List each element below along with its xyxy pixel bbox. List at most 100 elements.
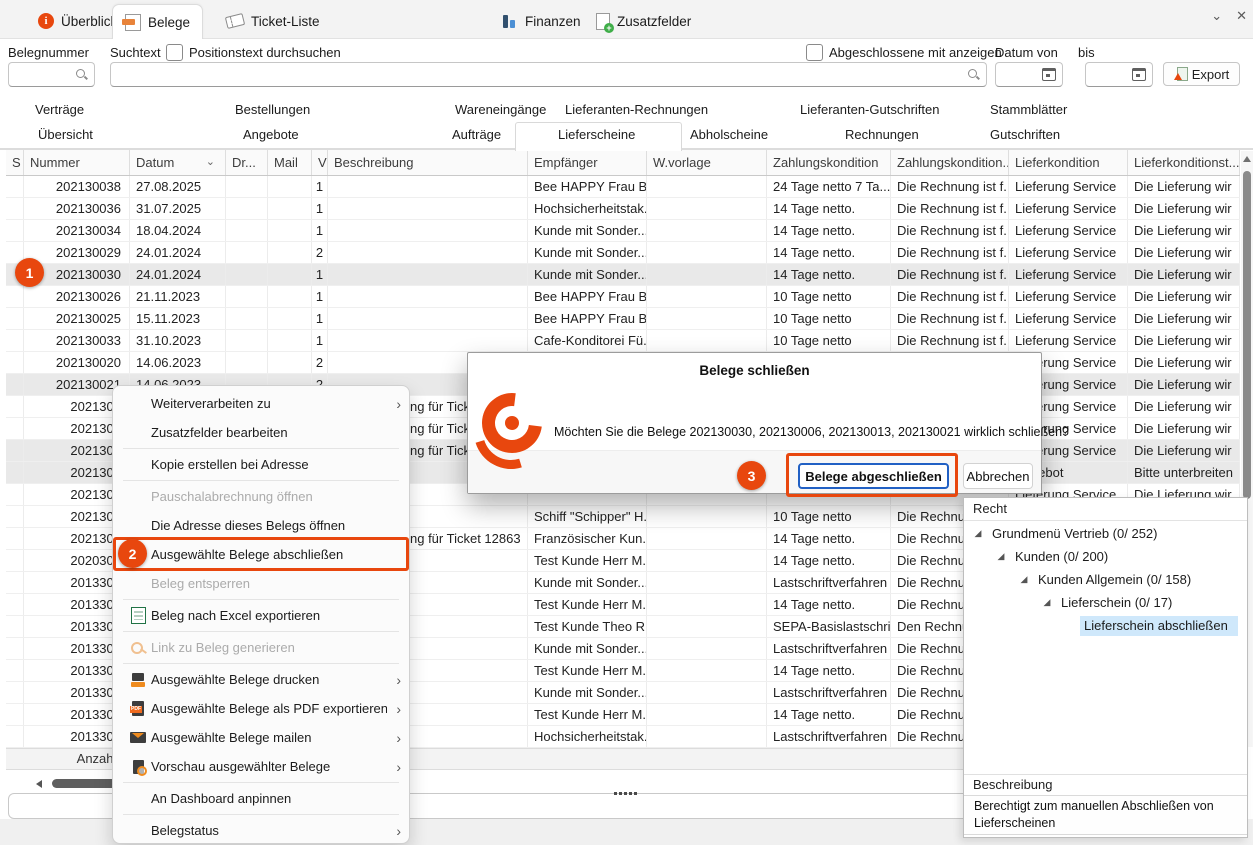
column-header-beschreibung[interactable]: Beschreibung [328, 150, 528, 175]
close-icon[interactable]: ✕ [1236, 8, 1247, 24]
top-tab-belege[interactable]: Belege [112, 4, 203, 40]
top-tab-label: Ticket-Liste [251, 14, 320, 29]
cell-wvorlage [647, 550, 767, 571]
calendar-icon[interactable] [1132, 68, 1146, 81]
cell-zkt: Die Rechnung ist f... [891, 286, 1009, 307]
tree-item-lieferschein-0-17-[interactable]: ◢Lieferschein (0/ 17) [964, 591, 1247, 614]
tree-expanded-icon[interactable]: ◢ [972, 528, 984, 539]
menu-item-an-dashboard-anpinnen[interactable]: An Dashboard anpinnen [113, 784, 409, 813]
menu-item-vorschau-ausgewählter-belege[interactable]: Vorschau ausgewählter Belege› [113, 752, 409, 781]
tree-item-grundmenü-vertrieb-0-252-[interactable]: ◢Grundmenü Vertrieb (0/ 252) [964, 522, 1247, 545]
cell-dr [226, 220, 268, 241]
cell-datum: 31.10.2023 [130, 330, 226, 351]
sort-descending-icon[interactable]: ⌄ [206, 150, 215, 175]
cancel-button[interactable]: Abbrechen [963, 463, 1033, 489]
cell-zkt: Die Rechnung ist f... [891, 198, 1009, 219]
column-header-lieferkonditionst-[interactable]: Lieferkonditionst... [1128, 150, 1240, 175]
doc-tab-gutschriften[interactable]: Gutschriften [990, 127, 1060, 142]
doc-tab-lieferanten-gutschriften[interactable]: Lieferanten-Gutschriften [800, 102, 939, 117]
cell-s [6, 550, 24, 571]
doc-tab-wareneingänge[interactable]: Wareneingänge [455, 102, 546, 117]
tree-expanded-icon[interactable]: ◢ [1041, 597, 1053, 608]
positionstext-checkbox[interactable] [166, 44, 183, 61]
cell-lk: Lieferung Service [1009, 242, 1128, 263]
belegnummer-input[interactable] [8, 62, 95, 87]
cell-empfaenger: Kunde mit Sonder... [528, 264, 647, 285]
menu-item-ausgewählte-belege-mailen[interactable]: Ausgewählte Belege mailen› [113, 723, 409, 752]
datum-von-input[interactable] [995, 62, 1063, 87]
table-row[interactable]: 20213003418.04.20241Kunde mit Sonder...1… [6, 220, 1240, 242]
doc-tab-bestellungen[interactable]: Bestellungen [235, 102, 310, 117]
doc-tab-angebote[interactable]: Angebote [243, 127, 299, 142]
splitter-handle[interactable] [614, 792, 637, 795]
vertical-scroll-thumb[interactable] [1243, 171, 1251, 499]
column-header-zahlungskondition-[interactable]: Zahlungskondition... [891, 150, 1009, 175]
menu-separator [123, 631, 399, 632]
cell-empfaenger: Test Kunde Herr M... [528, 550, 647, 571]
table-row[interactable]: 20213002621.11.20231Bee HAPPY Frau B...1… [6, 286, 1240, 308]
doc-tab-verträge[interactable]: Verträge [35, 102, 84, 117]
scroll-up-icon[interactable] [1243, 156, 1251, 162]
column-header-datum[interactable]: Datum⌄ [130, 150, 226, 175]
column-header-v[interactable]: V [312, 150, 328, 175]
table-row[interactable]: 20213003024.01.20241Kunde mit Sonder...1… [6, 264, 1240, 286]
cell-lk: Lieferung Service [1009, 330, 1128, 351]
menu-separator [123, 480, 399, 481]
extra-fields-icon [596, 13, 610, 30]
doc-tab-abholscheine[interactable]: Abholscheine [690, 127, 768, 142]
column-header-nummer[interactable]: Nummer [24, 150, 130, 175]
menu-item-zusatzfelder-bearbeiten[interactable]: Zusatzfelder bearbeiten [113, 418, 409, 447]
doc-tab-lieferanten-rechnungen[interactable]: Lieferanten-Rechnungen [565, 102, 708, 117]
scroll-left-icon[interactable] [36, 780, 42, 788]
submenu-arrow-icon: › [387, 759, 401, 775]
doc-tab-rechnungen[interactable]: Rechnungen [845, 127, 919, 142]
cell-lkt: Die Lieferung wir [1128, 374, 1240, 395]
abgeschlossene-checkbox[interactable] [806, 44, 823, 61]
cell-datum: 24.01.2024 [130, 264, 226, 285]
table-row[interactable]: 20213002924.01.20242Kunde mit Sonder...1… [6, 242, 1240, 264]
column-header-w-vorlage[interactable]: W.vorlage [647, 150, 767, 175]
tree-item-lieferschein-abschließen[interactable]: Lieferschein abschließen [964, 614, 1247, 637]
annotation-marker-1: 1 [15, 258, 44, 287]
tree-item-kunden-0-200-[interactable]: ◢Kunden (0/ 200) [964, 545, 1247, 568]
top-tab-zusatzfelder[interactable]: Zusatzfelder [584, 6, 703, 36]
menu-item-belegstatus[interactable]: Belegstatus› [113, 816, 409, 844]
bis-input[interactable] [1085, 62, 1153, 87]
tree-item-kunden-allgemein-0-158-[interactable]: ◢Kunden Allgemein (0/ 158) [964, 568, 1247, 591]
table-row[interactable]: 20213003631.07.20251Hochsicherheitstak..… [6, 198, 1240, 220]
tree-expanded-icon[interactable]: ◢ [1018, 574, 1030, 585]
menu-item-label: Beleg entsperren [151, 576, 387, 591]
doc-tab-stammblätter[interactable]: Stammblätter [990, 102, 1067, 117]
suchtext-input[interactable] [110, 62, 987, 87]
export-button[interactable]: Export [1163, 62, 1240, 86]
column-header-s[interactable]: S [6, 150, 24, 175]
tree-expanded-icon[interactable]: ◢ [995, 551, 1007, 562]
menu-item-ausgewählte-belege-als-pdf-exportieren[interactable]: Ausgewählte Belege als PDF exportieren› [113, 694, 409, 723]
doc-tab-aufträge[interactable]: Aufträge [452, 127, 501, 142]
cell-wvorlage [647, 704, 767, 725]
menu-item-kopie-erstellen-bei-adresse[interactable]: Kopie erstellen bei Adresse [113, 450, 409, 479]
collapse-icon[interactable]: ⌄ [1211, 8, 1222, 24]
column-header-zahlungskondition[interactable]: Zahlungskondition [767, 150, 891, 175]
document-icon [125, 14, 141, 31]
menu-item-weiterverarbeiten-zu[interactable]: Weiterverarbeiten zu› [113, 389, 409, 418]
cell-zk: 14 Tage netto. [767, 704, 891, 725]
column-header-empfänger[interactable]: Empfänger [528, 150, 647, 175]
menu-item-ausgewählte-belege-drucken[interactable]: Ausgewählte Belege drucken› [113, 665, 409, 694]
column-header-lieferkondition[interactable]: Lieferkondition [1009, 150, 1128, 175]
table-row[interactable]: 20213002515.11.20231Bee HAPPY Frau B...1… [6, 308, 1240, 330]
doc-tab-übersicht[interactable]: Übersicht [38, 127, 93, 142]
menu-item-die-adresse-dieses-belegs-öffnen[interactable]: Die Adresse dieses Belegs öffnen [113, 511, 409, 540]
calendar-icon[interactable] [1042, 68, 1056, 81]
top-tab-ticket-liste[interactable]: Ticket-Liste [214, 6, 332, 36]
dialog-message: Möchten Sie die Belege 202130030, 202130… [554, 425, 1036, 439]
cell-s [6, 352, 24, 373]
doc-tab-lieferscheine[interactable]: Lieferscheine [558, 127, 635, 142]
menu-item-beleg-nach-excel-exportieren[interactable]: Beleg nach Excel exportieren [113, 601, 409, 630]
table-row[interactable]: 20213003331.10.20231Cafe-Konditorei Fü..… [6, 330, 1240, 352]
top-tab-finanzen[interactable]: Finanzen [490, 6, 593, 36]
menu-item-label: Kopie erstellen bei Adresse [151, 457, 387, 472]
column-header-mail[interactable]: Mail [268, 150, 312, 175]
table-row[interactable]: 20213003827.08.20251Bee HAPPY Frau B...2… [6, 176, 1240, 198]
column-header-dr-[interactable]: Dr... [226, 150, 268, 175]
